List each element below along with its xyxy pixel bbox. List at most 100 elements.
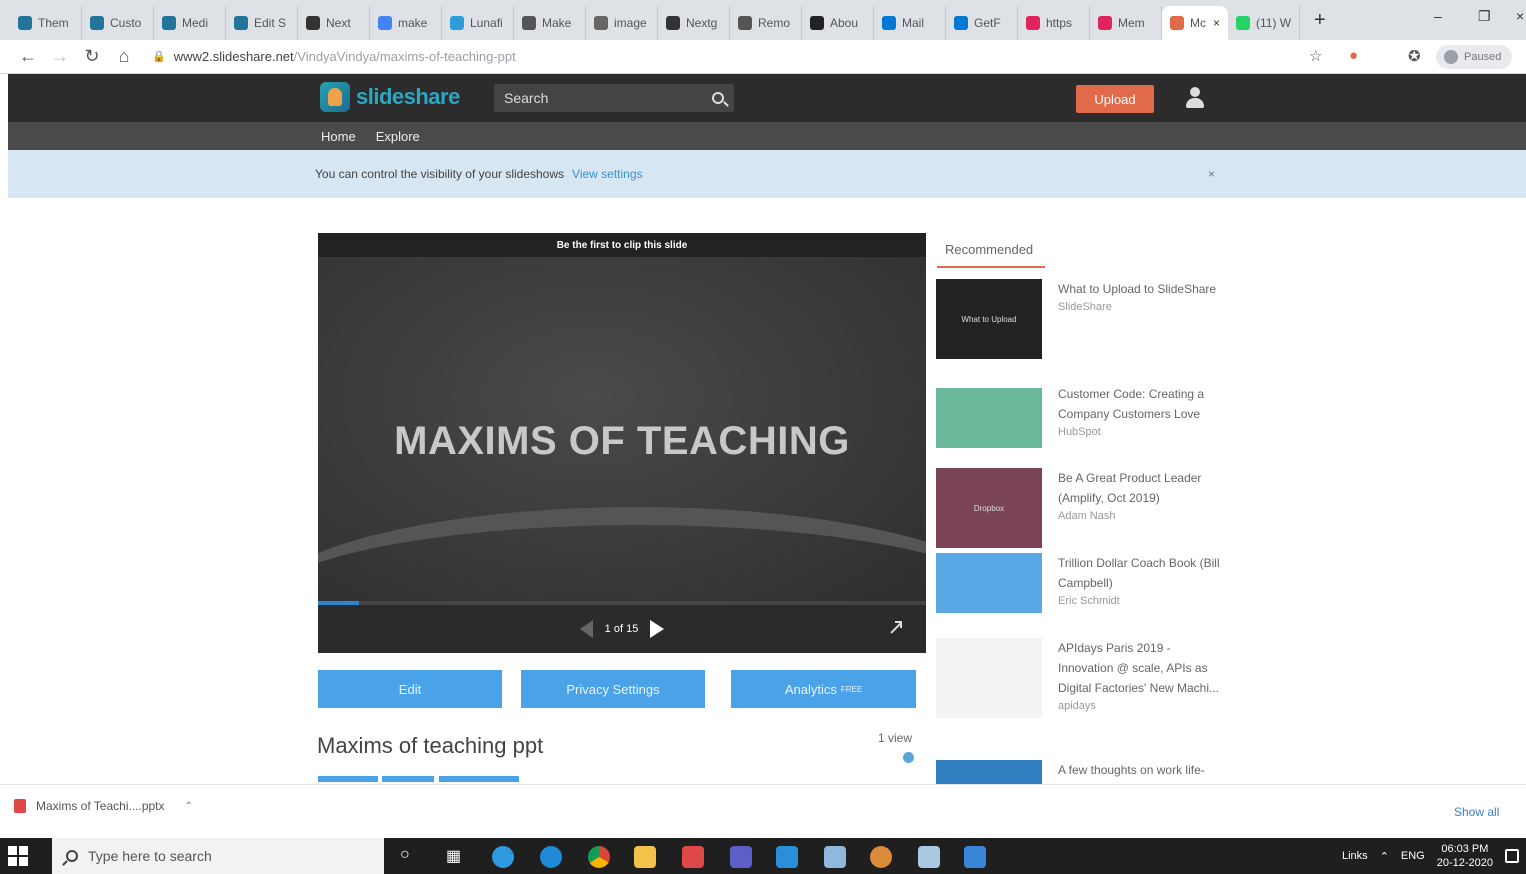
- mail-icon[interactable]: [824, 846, 846, 868]
- recommended-title[interactable]: Be A Great Product Leader (Amplify, Oct …: [1058, 468, 1222, 508]
- windows-start-icon[interactable]: [8, 846, 28, 866]
- recommended-author[interactable]: SlideShare: [1058, 299, 1222, 315]
- back-icon[interactable]: ←: [12, 46, 44, 67]
- photos-icon[interactable]: [964, 846, 986, 868]
- language-indicator[interactable]: ENG: [1401, 850, 1425, 862]
- browser-tab[interactable]: Abou: [802, 6, 874, 40]
- download-item[interactable]: Maxims of Teachi....pptx ⌃: [14, 799, 193, 813]
- close-window-icon[interactable]: ×: [1516, 8, 1524, 24]
- browser-tab[interactable]: Lunafi: [442, 6, 514, 40]
- browser-tab[interactable]: Mem: [1090, 6, 1162, 40]
- recommended-author[interactable]: HubSpot: [1058, 424, 1222, 440]
- recommended-thumbnail[interactable]: [936, 760, 1042, 784]
- edge-icon[interactable]: [540, 846, 562, 868]
- chevron-up-icon[interactable]: ⌃: [185, 801, 193, 812]
- extension-badge-icon[interactable]: ●: [1349, 47, 1358, 64]
- recommended-title[interactable]: What to Upload to SlideShare: [1058, 279, 1222, 299]
- extensions-puzzle-icon[interactable]: ✪: [1408, 47, 1421, 65]
- minimize-icon[interactable]: –: [1434, 8, 1442, 24]
- category-tag[interactable]: [439, 776, 519, 782]
- notification-center-icon[interactable]: [1505, 849, 1520, 863]
- recommended-thumbnail[interactable]: What to Upload: [936, 279, 1042, 359]
- reload-icon[interactable]: ↻: [76, 46, 108, 67]
- category-tag[interactable]: [382, 776, 434, 782]
- recommended-title[interactable]: Trillion Dollar Coach Book (Bill Campbel…: [1058, 553, 1222, 593]
- close-tab-icon[interactable]: ×: [1213, 16, 1220, 30]
- cortana-icon[interactable]: ○: [400, 846, 410, 864]
- nav-home-link[interactable]: Home: [321, 129, 356, 144]
- browser-tab[interactable]: make: [370, 6, 442, 40]
- recommended-item[interactable]: Trillion Dollar Coach Book (Bill Campbel…: [936, 553, 1226, 613]
- browser-tab[interactable]: Mail: [874, 6, 946, 40]
- analytics-button[interactable]: Analytics FREE: [731, 670, 916, 708]
- fullscreen-icon[interactable]: [888, 621, 902, 635]
- clip-slide-bar[interactable]: Be the first to clip this slide: [318, 233, 926, 257]
- bookmark-star-icon[interactable]: ☆: [1309, 47, 1322, 65]
- privacy-settings-button[interactable]: Privacy Settings: [521, 670, 705, 708]
- browser-tab[interactable]: Them: [10, 6, 82, 40]
- skype-icon[interactable]: [492, 846, 514, 868]
- teams-icon[interactable]: [730, 846, 752, 868]
- upload-button[interactable]: Upload: [1076, 85, 1154, 113]
- task-view-icon[interactable]: ▦: [446, 846, 461, 866]
- recommended-thumbnail[interactable]: [936, 553, 1042, 613]
- taskbar-search[interactable]: Type here to search: [52, 838, 384, 874]
- browser-tab[interactable]: https: [1018, 6, 1090, 40]
- notes-icon[interactable]: [918, 846, 940, 868]
- new-tab-icon[interactable]: +: [1314, 9, 1326, 32]
- view-settings-link[interactable]: View settings: [572, 167, 642, 181]
- vscode-icon[interactable]: [776, 846, 798, 868]
- browser-tab[interactable]: Make: [514, 6, 586, 40]
- browser-tab[interactable]: Custo: [82, 6, 154, 40]
- taskbar-clock[interactable]: 06:03 PM 20-12-2020: [1437, 842, 1493, 870]
- browser-tab[interactable]: (11) W: [1228, 6, 1300, 40]
- user-profile-icon[interactable]: [1186, 87, 1204, 109]
- recommended-title[interactable]: Customer Code: Creating a Company Custom…: [1058, 384, 1222, 424]
- recommended-item[interactable]: A few thoughts on work life-: [936, 760, 1226, 784]
- file-explorer-icon[interactable]: [634, 846, 656, 868]
- browser-tab[interactable]: Edit S: [226, 6, 298, 40]
- recommended-author[interactable]: Eric Schmidt: [1058, 593, 1222, 609]
- browser-tab[interactable]: Medi: [154, 6, 226, 40]
- info-icon[interactable]: [903, 752, 914, 763]
- notice-close-icon[interactable]: ×: [1208, 167, 1215, 181]
- recommended-author[interactable]: apidays: [1058, 698, 1222, 714]
- recommended-author[interactable]: Adam Nash: [1058, 508, 1222, 524]
- chrome-icon[interactable]: [588, 846, 610, 868]
- forward-icon[interactable]: →: [44, 46, 76, 67]
- edit-button[interactable]: Edit: [318, 670, 502, 708]
- recommended-item[interactable]: APIdays Paris 2019 - Innovation @ scale,…: [936, 638, 1226, 718]
- address-bar[interactable]: 🔒 www2.slideshare.net/VindyaVindya/maxim…: [152, 44, 1272, 70]
- recommended-item[interactable]: What to Upload What to Upload to SlideSha…: [936, 279, 1226, 359]
- nav-explore-link[interactable]: Explore: [376, 129, 420, 144]
- tray-links-label[interactable]: Links: [1342, 850, 1368, 862]
- browser-tab[interactable]: Mc ×: [1162, 6, 1228, 40]
- category-tag[interactable]: [318, 776, 378, 782]
- show-all-downloads-link[interactable]: Show all: [1454, 805, 1499, 819]
- browser-tab[interactable]: image: [586, 6, 658, 40]
- home-icon[interactable]: ⌂: [108, 46, 140, 67]
- recommended-title[interactable]: APIdays Paris 2019 - Innovation @ scale,…: [1058, 638, 1222, 698]
- previous-slide-icon[interactable]: [579, 620, 593, 638]
- slideshare-logo[interactable]: slideshare: [320, 82, 460, 112]
- paint-icon[interactable]: [870, 846, 892, 868]
- search-icon[interactable]: [712, 92, 724, 104]
- recommended-title[interactable]: A few thoughts on work life-: [1058, 760, 1222, 780]
- browser-tab[interactable]: Next: [298, 6, 370, 40]
- browser-tab[interactable]: GetF: [946, 6, 1018, 40]
- browser-tab[interactable]: Nextg: [658, 6, 730, 40]
- browser-tab[interactable]: Remo: [730, 6, 802, 40]
- recommended-thumbnail[interactable]: [936, 638, 1042, 718]
- media-app-icon[interactable]: [682, 846, 704, 868]
- search-input[interactable]: [504, 90, 684, 106]
- profile-button[interactable]: Paused: [1436, 45, 1512, 69]
- recommended-tab[interactable]: Recommended: [937, 240, 1045, 268]
- restore-icon[interactable]: ❐: [1478, 8, 1491, 25]
- recommended-item[interactable]: Customer Code: Creating a Company Custom…: [936, 384, 1226, 448]
- recommended-item[interactable]: Dropbox Be A Great Product Leader (Amplif…: [936, 468, 1226, 548]
- slide-canvas[interactable]: MAXIMS OF TEACHING: [318, 257, 926, 605]
- recommended-thumbnail[interactable]: [936, 388, 1042, 448]
- next-slide-icon[interactable]: [650, 620, 665, 638]
- recommended-thumbnail[interactable]: Dropbox: [936, 468, 1042, 548]
- tray-chevron-up-icon[interactable]: ⌃: [1380, 850, 1389, 863]
